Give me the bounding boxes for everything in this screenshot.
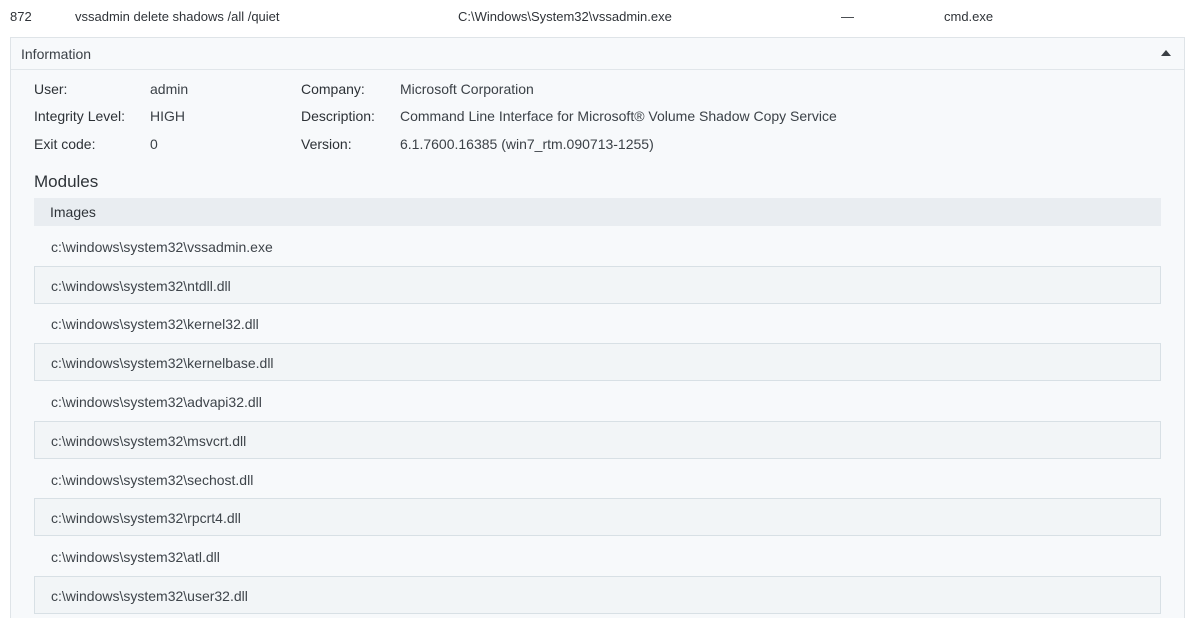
process-dash: — [841,9,854,24]
image-path: c:\windows\system32\kernel32.dll [51,316,259,333]
table-row[interactable]: c:\windows\system32\vssadmin.exe [34,227,1161,265]
table-row[interactable]: c:\windows\system32\rpcrt4.dll [34,498,1161,537]
integrity-level-label: Integrity Level: [34,108,126,124]
panel-title: Information [21,46,92,62]
images-header-label: Images [50,204,96,220]
process-path: C:\Windows\System32\vssadmin.exe [458,9,672,24]
version-value: 6.1.7600.16385 (win7_rtm.090713-1255) [400,136,654,152]
user-label: User: [34,81,68,97]
process-command: vssadmin delete shadows /all /quiet [75,9,280,24]
integrity-level-value: HIGH [150,108,185,124]
table-row[interactable]: c:\windows\system32\kernel32.dll [34,304,1161,342]
information-panel: Information User: admin Integrity Level:… [10,37,1185,618]
image-path: c:\windows\system32\vssadmin.exe [51,238,273,255]
table-row[interactable]: c:\windows\system32\kernelbase.dll [34,343,1161,382]
company-label: Company: [301,81,365,97]
exit-code-value: 0 [150,136,158,152]
description-label: Description: [301,108,375,124]
table-row[interactable]: c:\windows\system32\advapi32.dll [34,382,1161,420]
process-pid: 872 [10,9,32,24]
process-row[interactable]: 872 vssadmin delete shadows /all /quiet … [0,0,1190,32]
image-path: c:\windows\system32\user32.dll [51,587,248,604]
exit-code-label: Exit code: [34,136,96,152]
image-path: c:\windows\system32\sechost.dll [51,471,254,488]
company-value: Microsoft Corporation [400,81,534,97]
image-path: c:\windows\system32\advapi32.dll [51,393,262,410]
description-value: Command Line Interface for Microsoft® Vo… [400,108,837,124]
modules-heading: Modules [34,172,99,191]
information-panel-header[interactable]: Information [11,38,1184,70]
image-path: c:\windows\system32\kernelbase.dll [51,355,274,372]
version-label: Version: [301,136,352,152]
table-row[interactable]: c:\windows\system32\msvcrt.dll [34,420,1161,459]
modules-table: Images c:\windows\system32\vssadmin.exe … [34,198,1161,614]
table-row[interactable]: c:\windows\system32\user32.dll [34,575,1161,614]
process-parent: cmd.exe [944,9,994,24]
image-path: c:\windows\system32\atl.dll [51,549,220,566]
images-column-header[interactable]: Images [34,198,1161,226]
caret-up-icon[interactable] [1161,49,1171,57]
process-details-page: 872 vssadmin delete shadows /all /quiet … [0,0,1190,618]
table-row[interactable]: c:\windows\system32\sechost.dll [34,460,1161,498]
image-path: c:\windows\system32\ntdll.dll [51,277,231,294]
user-value: admin [150,81,189,97]
image-path: c:\windows\system32\msvcrt.dll [51,432,247,449]
table-row[interactable]: c:\windows\system32\ntdll.dll [34,265,1161,304]
table-row[interactable]: c:\windows\system32\atl.dll [34,537,1161,575]
image-path: c:\windows\system32\rpcrt4.dll [51,510,241,527]
